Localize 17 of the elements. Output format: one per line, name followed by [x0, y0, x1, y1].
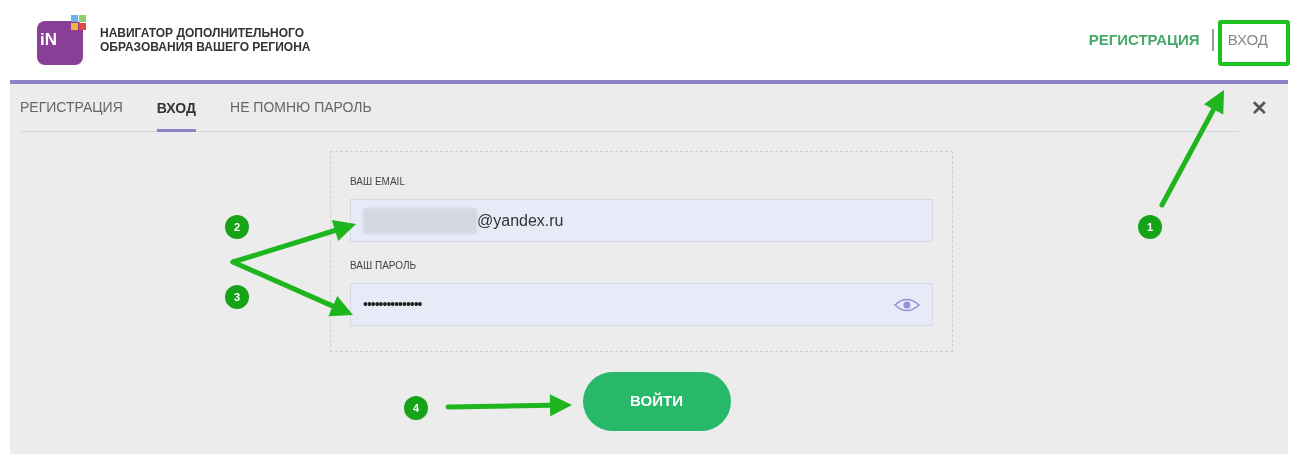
logo: iN — [37, 15, 86, 65]
nav-link[interactable]: ВХОД — [1225, 28, 1270, 52]
tab[interactable]: РЕГИСТРАЦИЯ — [20, 84, 123, 131]
site-title: НАВИГАТОР ДОПОЛНИТЕЛЬНОГО ОБРАЗОВАНИЯ ВАШЕГО РЕГИОНА — [100, 26, 311, 54]
password-field[interactable]: ••••••••••••••• — [350, 283, 933, 326]
login-button[interactable]: ВОЙТИ — [582, 372, 731, 431]
eye-icon[interactable] — [894, 297, 920, 312]
nav-link[interactable]: РЕГИСТРАЦИЯ — [1088, 28, 1200, 52]
highlight-frame — [1218, 20, 1290, 66]
tab[interactable]: ВХОД — [156, 84, 197, 132]
field-label: ВАШ EMAIL — [350, 175, 405, 189]
field-label: ВАШ ПАРОЛЬ — [350, 259, 417, 273]
tab[interactable]: НЕ ПОМНЮ ПАРОЛЬ — [230, 84, 372, 131]
field-value: ••••••••••••••• — [363, 295, 423, 314]
field-value: @yandex.ru — [477, 210, 565, 231]
email-field[interactable]: @yandex.ru — [350, 199, 933, 242]
close-button[interactable]: ✕ — [1251, 98, 1268, 118]
